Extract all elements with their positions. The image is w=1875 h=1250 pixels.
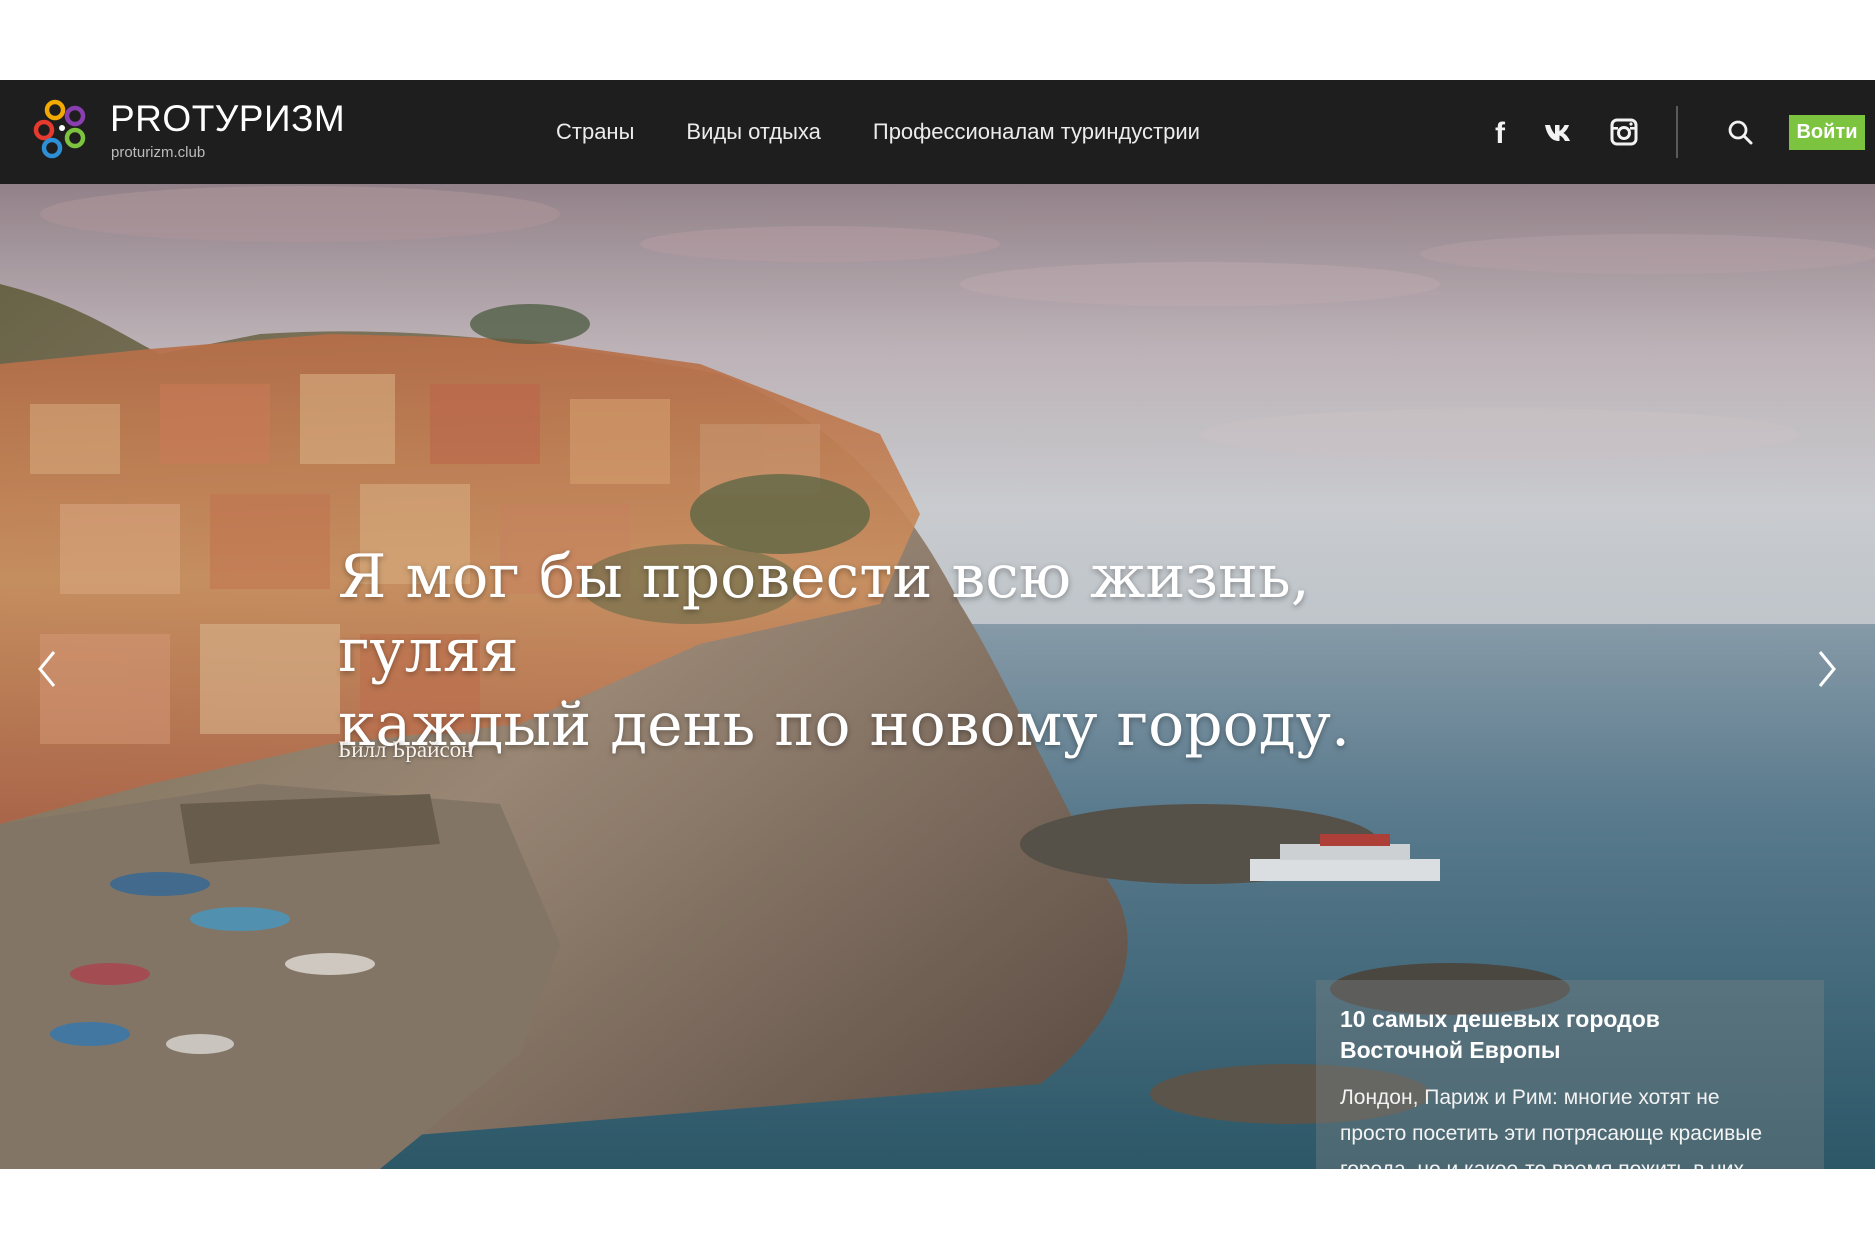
article-excerpt: Лондон, Париж и Рим: многие хотят не про… — [1340, 1086, 1763, 1169]
hero-quote: Я мог бы провести всю жизнь, гуляя кажды… — [338, 540, 1458, 762]
vk-icon[interactable] — [1543, 116, 1575, 148]
header-divider — [1676, 106, 1678, 158]
login-button[interactable]: Войти — [1789, 115, 1865, 150]
facebook-icon[interactable]: f — [1486, 116, 1518, 150]
instagram-icon[interactable] — [1608, 116, 1640, 148]
featured-article-card[interactable]: 10 самых дешевых городов Восточной Европ… — [1316, 980, 1824, 1169]
main-nav: Страны Виды отдыха Профессионалам туринд… — [556, 80, 1252, 184]
site-logo[interactable]: PROТУРИЗМ proturizm.club — [30, 96, 360, 168]
hero-slider: Я мог бы провести всю жизнь, гуляя кажды… — [0, 184, 1875, 1169]
chevron-right-icon[interactable] — [1812, 646, 1842, 692]
search-icon[interactable] — [1726, 118, 1754, 146]
nav-item-professionals[interactable]: Профессионалам туриндустрии — [873, 119, 1200, 145]
hero-quote-line-2: каждый день по новому городу. — [338, 690, 1351, 760]
logo-wordmark-latin: PRO — [110, 98, 192, 139]
facebook-glyph: f — [1495, 117, 1506, 148]
nav-item-vacation-types[interactable]: Виды отдыха — [686, 119, 820, 145]
chevron-left-icon[interactable] — [32, 646, 62, 692]
logo-wordmark: PROТУРИЗМ — [110, 98, 345, 140]
hero-quote-author: Билл Брайсон — [338, 737, 474, 762]
logo-icon — [33, 99, 86, 159]
nav-item-countries[interactable]: Страны — [556, 119, 634, 145]
logo-wordmark-cyrillic: ТУРИЗМ — [191, 98, 346, 139]
article-title[interactable]: 10 самых дешевых городов Восточной Европ… — [1340, 1004, 1780, 1066]
hero-quote-line-1: Я мог бы провести всю жизнь, гуляя — [338, 542, 1310, 686]
site-header: PROТУРИЗМ proturizm.club Страны Виды отд… — [0, 80, 1875, 184]
logo-domain: proturizm.club — [111, 144, 206, 161]
